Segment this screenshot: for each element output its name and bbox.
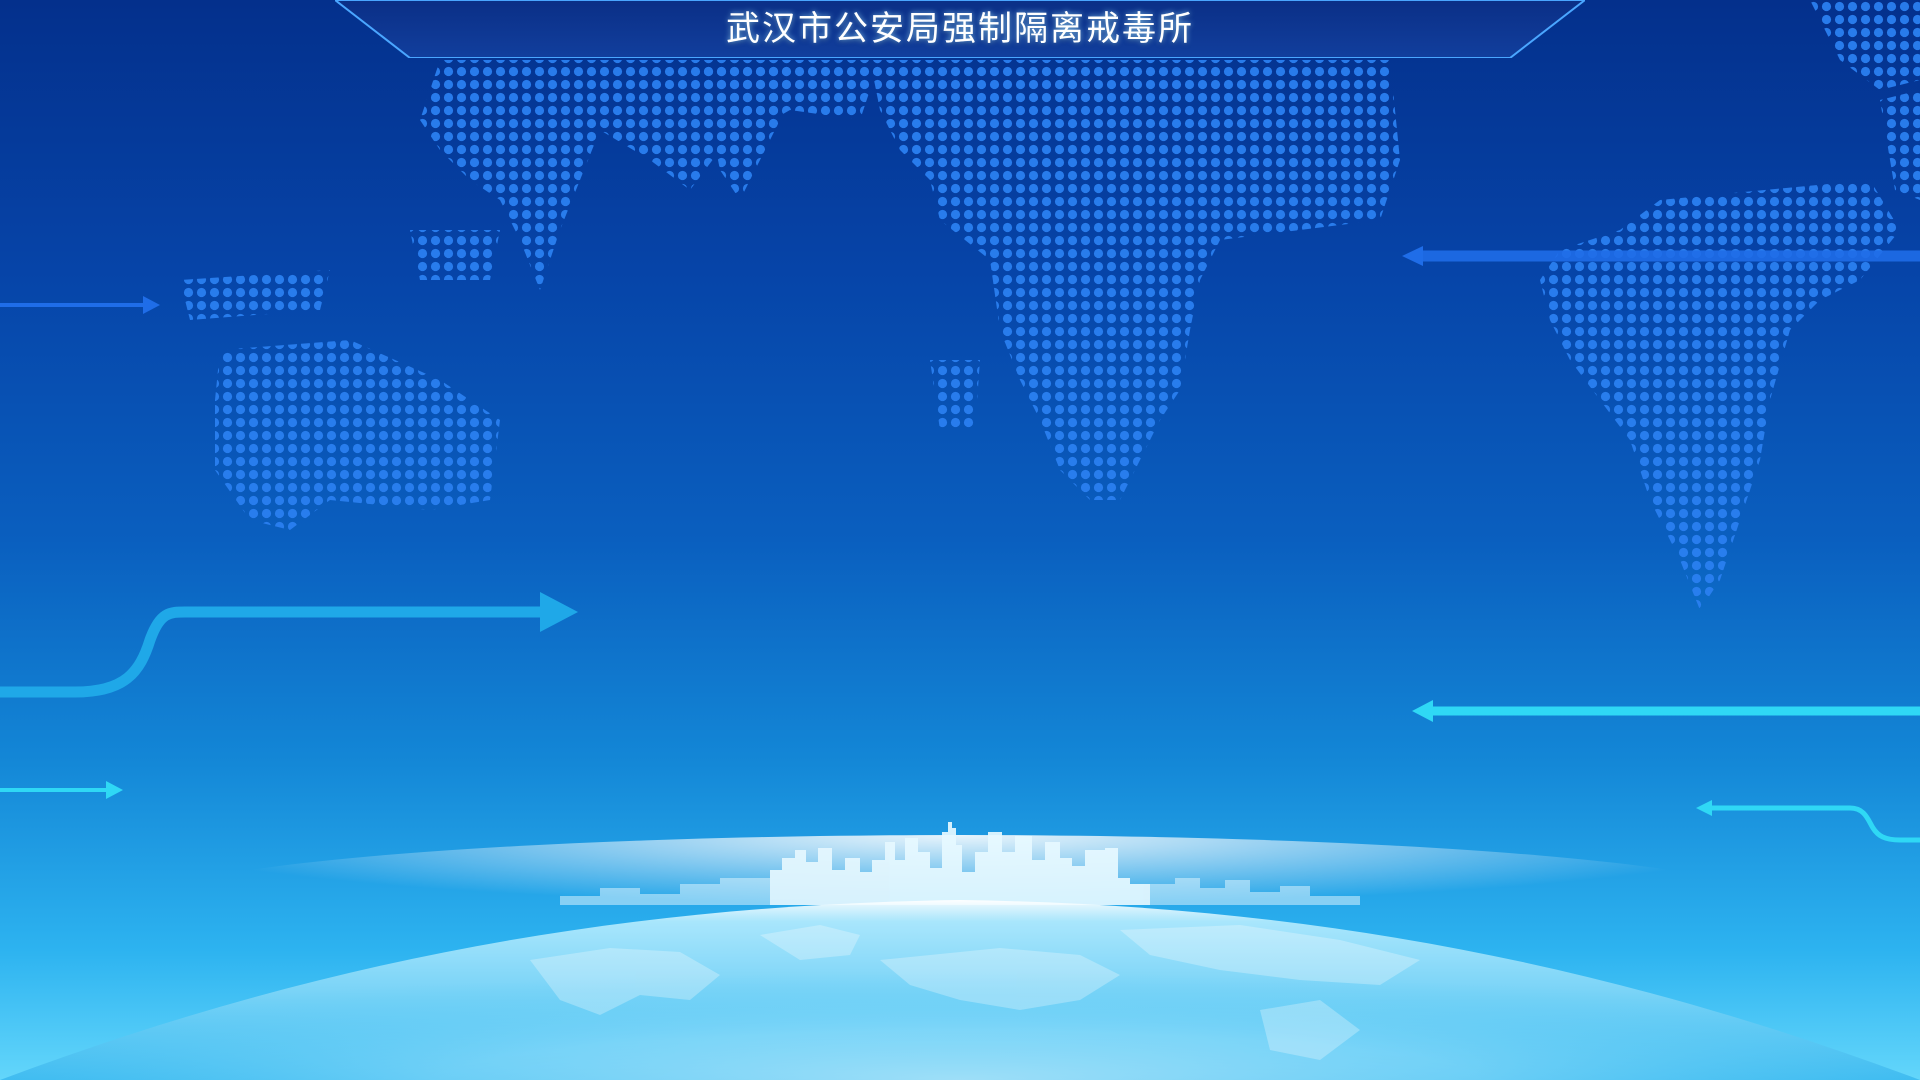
header-banner: 武汉市公安局强制隔离戒毒所 <box>335 0 1585 58</box>
background-stage: 武汉市公安局强制隔离戒毒所 <box>0 0 1920 1080</box>
background-graphics <box>0 0 1920 1080</box>
page-title: 武汉市公安局强制隔离戒毒所 <box>726 9 1194 49</box>
world-dot-map <box>180 0 1920 610</box>
